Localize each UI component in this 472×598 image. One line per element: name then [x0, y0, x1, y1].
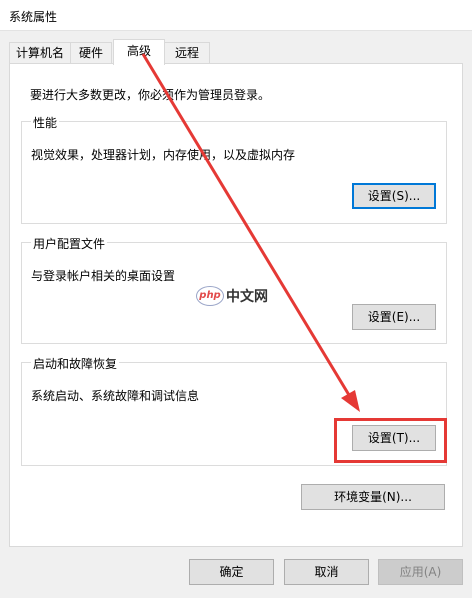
- watermark: php 中文网: [196, 286, 268, 306]
- performance-title: 性能: [31, 114, 60, 131]
- tab-advanced[interactable]: 高级: [113, 39, 165, 65]
- user-profiles-desc: 与登录帐户相关的桌面设置: [31, 269, 176, 283]
- annotation-highlight-box: [334, 418, 447, 463]
- performance-desc: 视觉效果，处理器计划，内存使用，以及虚拟内存: [31, 148, 296, 162]
- startup-recovery-title: 启动和故障恢复: [31, 355, 120, 372]
- tab-computer-name[interactable]: 计算机名: [9, 42, 71, 64]
- user-profiles-settings-button[interactable]: 设置(E)...: [352, 304, 436, 330]
- user-profiles-title: 用户配置文件: [31, 235, 108, 252]
- tab-hardware[interactable]: 硬件: [70, 42, 112, 64]
- environment-variables-button[interactable]: 环境变量(N)...: [301, 484, 445, 510]
- window-title: 系统属性: [9, 10, 58, 24]
- watermark-text: 中文网: [226, 289, 268, 305]
- title-bar: 系统属性: [0, 0, 472, 31]
- performance-group: 性能 视觉效果，处理器计划，内存使用，以及虚拟内存 设置(S)...: [21, 114, 447, 224]
- ok-button[interactable]: 确定: [189, 559, 274, 585]
- cancel-button[interactable]: 取消: [284, 559, 369, 585]
- apply-button[interactable]: 应用(A): [378, 559, 463, 585]
- admin-notice: 要进行大多数更改，你必须作为管理员登录。: [30, 88, 271, 102]
- tab-strip: 计算机名 硬件 高级 远程: [0, 31, 472, 65]
- startup-recovery-desc: 系统启动、系统故障和调试信息: [31, 389, 200, 403]
- php-logo-icon: php: [196, 286, 224, 306]
- performance-settings-button[interactable]: 设置(S)...: [352, 183, 436, 209]
- tab-remote[interactable]: 远程: [164, 42, 210, 64]
